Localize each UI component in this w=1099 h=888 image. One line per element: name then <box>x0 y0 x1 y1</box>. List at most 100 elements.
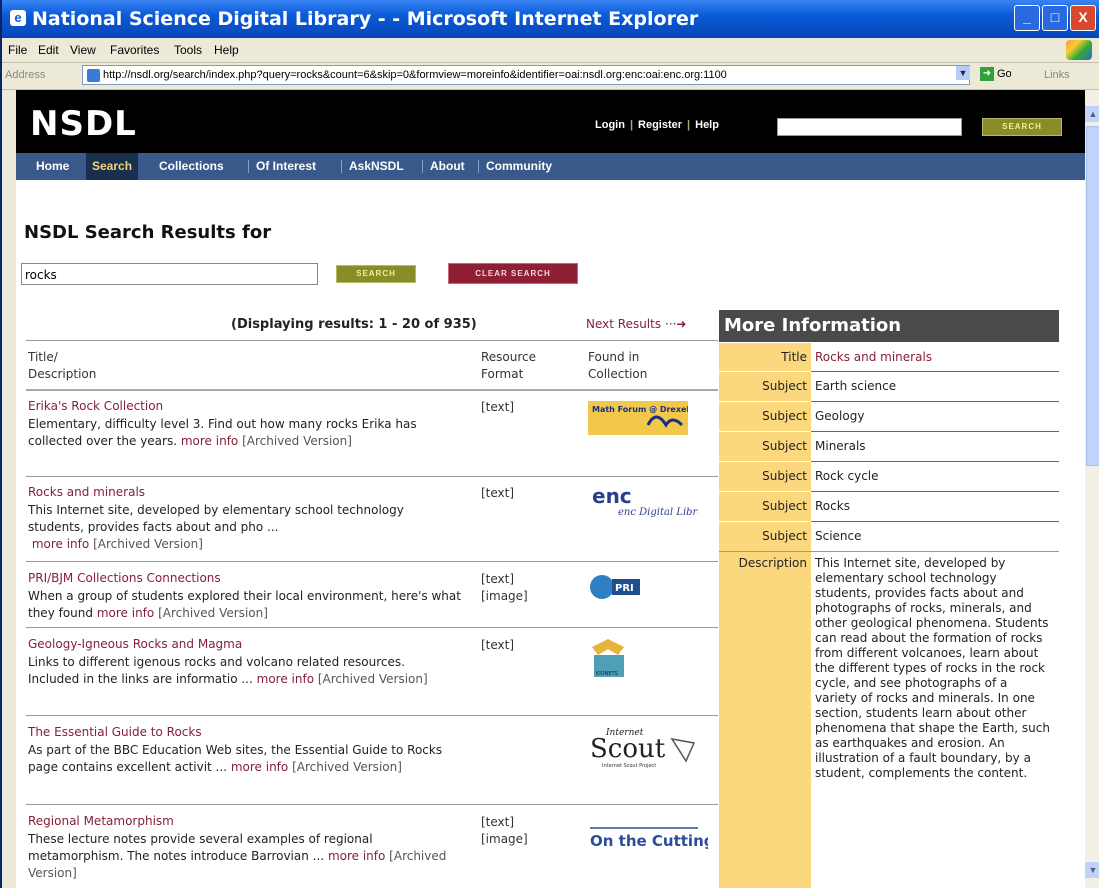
info-value-subject: Rocks <box>815 499 850 513</box>
vertical-scrollbar[interactable]: ▲ ▼ <box>1085 90 1099 888</box>
result-title[interactable]: Rocks and minerals <box>28 485 145 499</box>
divider <box>26 561 718 562</box>
scroll-up-icon[interactable]: ▲ <box>1085 106 1099 122</box>
result-title[interactable]: Geology-Igneous Rocks and Magma <box>28 637 242 651</box>
divider <box>26 389 718 391</box>
info-value-subject: Earth science <box>815 379 897 393</box>
collection-logo-pri[interactable]: PRI <box>588 571 688 611</box>
divider <box>26 340 718 341</box>
col-header-title: Title/Description <box>28 350 97 381</box>
maximize-button[interactable]: □ <box>1042 5 1068 31</box>
top-search-button[interactable]: SEARCH <box>982 118 1062 136</box>
nav-community[interactable]: Community <box>480 153 558 180</box>
svg-text:enc: enc <box>592 485 632 508</box>
help-link[interactable]: Help <box>695 119 719 131</box>
top-search-input[interactable] <box>777 118 962 136</box>
nav-home[interactable]: Home <box>30 153 75 180</box>
clear-search-button[interactable]: CLEAR SEARCH <box>448 263 578 284</box>
menu-favorites[interactable]: Favorites <box>110 43 159 57</box>
menu-file[interactable]: File <box>8 43 27 57</box>
nav-divider <box>422 160 423 173</box>
menu-edit[interactable]: Edit <box>38 43 59 57</box>
go-button[interactable]: ➜ Go <box>980 67 1012 81</box>
account-links: Login | Register | Help <box>595 119 719 131</box>
info-label-subject: Subject <box>719 522 811 551</box>
info-label-description: Description <box>719 552 811 888</box>
site-header: NSDL Login | Register | Help SEARCH <box>16 90 1085 153</box>
scroll-down-icon[interactable]: ▼ <box>1085 862 1099 878</box>
archived-link[interactable]: [Archived Version] <box>242 434 352 448</box>
info-value-subject: Geology <box>815 409 865 423</box>
more-info-link[interactable]: more info <box>32 537 89 551</box>
archived-link[interactable]: [Archived Version] <box>292 760 402 774</box>
collection-logo-text: Internet Scout Project <box>602 763 656 769</box>
info-value-subject: Science <box>815 529 862 543</box>
nav-asknsdl[interactable]: AskNSDL <box>343 153 410 180</box>
result-desc: These lecture notes provide several exam… <box>28 832 447 880</box>
more-info-link[interactable]: more info <box>257 672 314 686</box>
nav-collections[interactable]: Collections <box>153 153 230 180</box>
nav-of-interest[interactable]: Of Interest <box>250 153 322 180</box>
info-label-subject: Subject <box>719 462 811 491</box>
collection-logo-enc[interactable]: encenc Digital Library <box>588 484 714 525</box>
main-nav: Home Search Collections Of Interest AskN… <box>16 153 1085 180</box>
result-title[interactable]: The Essential Guide to Rocks <box>28 725 202 739</box>
archived-link[interactable]: [Archived Version] <box>158 606 268 620</box>
result-format: [text] <box>481 638 515 652</box>
next-results-link[interactable]: Next Results ···➜ <box>586 317 686 331</box>
info-value-subject: Minerals <box>815 439 866 453</box>
results-count: (Displaying results: 1 - 20 of 935) <box>231 317 477 332</box>
archived-link[interactable]: [Archived Version] <box>318 672 428 686</box>
nav-search[interactable]: Search <box>86 153 139 180</box>
address-dropdown-icon[interactable]: ▼ <box>956 66 970 80</box>
divider <box>26 476 718 477</box>
go-arrow-icon: ➜ <box>980 67 994 81</box>
collection-logo-scout[interactable]: Internet Scout Internet Scout Project <box>588 725 696 769</box>
result-desc: Elementary, difficulty level 3. Find out… <box>28 417 417 448</box>
register-link[interactable]: Register <box>638 119 682 131</box>
nav-divider <box>248 160 249 173</box>
arrow-right-icon: ···➜ <box>664 317 687 331</box>
nsdl-logo[interactable]: NSDL <box>30 104 137 144</box>
result-desc: Links to different igenous rocks and vol… <box>28 655 428 686</box>
divider <box>26 627 718 628</box>
scroll-thumb[interactable] <box>1086 126 1099 466</box>
result-format: [text] [image] <box>481 815 528 846</box>
more-info-link[interactable]: more info <box>328 849 385 863</box>
more-info-link[interactable]: more info <box>231 760 288 774</box>
info-value-title[interactable]: Rocks and minerals <box>813 343 1059 371</box>
collection-logo-kidnets[interactable]: KIDNETS <box>588 637 688 677</box>
nav-about[interactable]: About <box>424 153 471 180</box>
menu-help[interactable]: Help <box>214 43 239 57</box>
result-title[interactable]: PRI/BJM Collections Connections <box>28 571 221 585</box>
collection-logo-text: Math Forum @ Drexel University <box>592 405 688 414</box>
links-button[interactable]: Links <box>1044 69 1070 81</box>
archived-link[interactable]: [Archived Version] <box>93 537 203 551</box>
result-desc: As part of the BBC Education Web sites, … <box>28 743 443 774</box>
nav-divider <box>341 160 342 173</box>
close-button[interactable]: X <box>1070 5 1096 31</box>
search-input[interactable]: rocks <box>21 263 318 285</box>
login-link[interactable]: Login <box>595 119 625 131</box>
info-value-description: This Internet site, developed by element… <box>815 556 1050 780</box>
window-title: National Science Digital Library - - Mic… <box>32 8 699 30</box>
address-input[interactable]: http://nsdl.org/search/index.php?query=r… <box>82 65 970 85</box>
collection-logo-text: On the Cutting Edge <box>590 832 708 850</box>
more-info-link[interactable]: more info <box>181 434 238 448</box>
more-info-link[interactable]: more info <box>97 606 154 620</box>
windows-logo-icon <box>1066 40 1092 60</box>
collection-logo-cutting-edge[interactable]: On the Cutting Edge <box>588 814 762 854</box>
result-format: [text] <box>481 486 515 500</box>
collection-logo-mathforum[interactable]: Math Forum @ Drexel University <box>588 399 739 439</box>
address-url[interactable]: http://nsdl.org/search/index.php?query=r… <box>103 69 953 81</box>
search-button[interactable]: SEARCH <box>336 265 416 283</box>
page-icon <box>87 69 100 82</box>
result-title[interactable]: Regional Metamorphism <box>28 814 174 828</box>
menu-tools[interactable]: Tools <box>174 43 202 57</box>
menu-view[interactable]: View <box>70 43 96 57</box>
more-info-heading: More Information <box>719 310 1059 342</box>
result-title[interactable]: Erika's Rock Collection <box>28 399 163 413</box>
info-value-subject: Rock cycle <box>815 469 879 483</box>
address-bar: Address http://nsdl.org/search/index.php… <box>2 63 1099 90</box>
minimize-button[interactable]: _ <box>1014 5 1040 31</box>
